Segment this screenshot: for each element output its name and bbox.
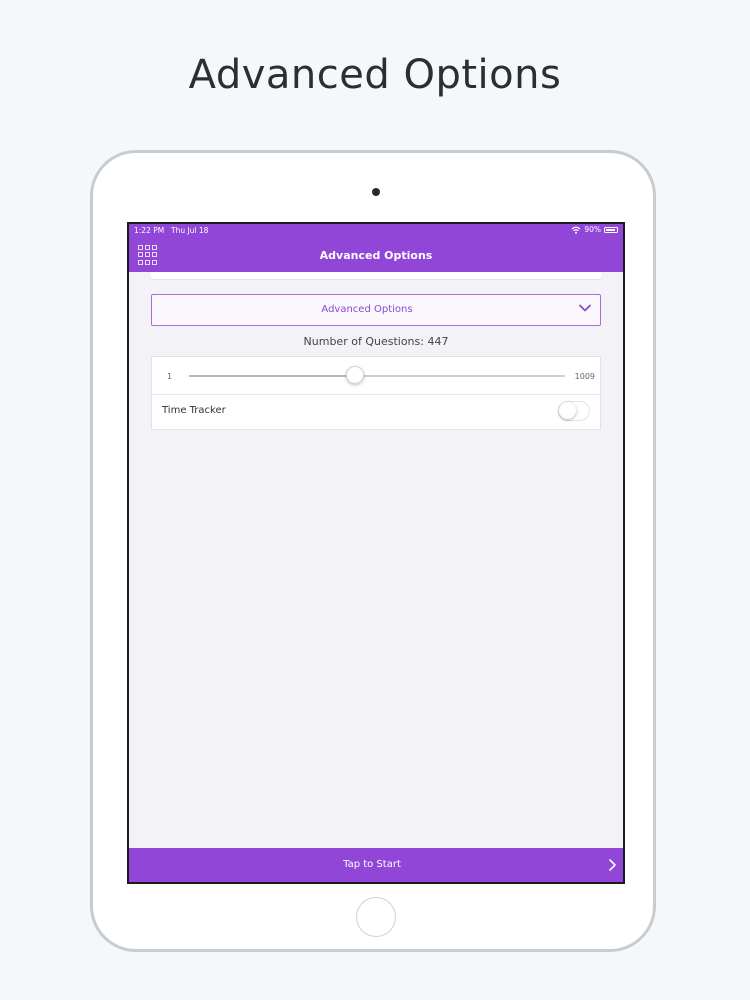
questions-slider-track[interactable] — [189, 375, 565, 377]
status-time: 1:22 PM — [134, 226, 165, 235]
ipad-frame: 1:22 PM Thu Jul 18 90% Advanced Options — [90, 150, 656, 952]
navigation-bar: 1:22 PM Thu Jul 18 90% Advanced Options — [129, 224, 623, 272]
previous-row-edge — [151, 272, 601, 280]
slider-fill — [189, 375, 356, 377]
time-tracker-label: Time Tracker — [162, 405, 226, 416]
questions-slider-row: 1 1009 — [152, 357, 600, 395]
status-indicators: 90% — [571, 225, 618, 234]
questions-count-label: Number of Questions: 447 — [303, 335, 449, 348]
battery-icon — [604, 226, 618, 233]
status-date: Thu Jul 18 — [171, 226, 209, 235]
wifi-icon — [571, 226, 581, 234]
questions-slider-thumb[interactable] — [346, 366, 365, 384]
options-card: 1 1009 Time Tracker — [151, 356, 601, 430]
nav-title: Advanced Options — [319, 249, 433, 262]
time-tracker-toggle[interactable] — [558, 401, 590, 421]
home-button[interactable] — [356, 897, 396, 937]
chevron-right-icon — [609, 859, 616, 871]
toggle-knob — [559, 402, 576, 419]
slider-min-label: 1 — [167, 372, 173, 381]
chevron-down-icon — [579, 304, 591, 312]
tap-to-start-button[interactable]: Tap to Start — [129, 848, 623, 882]
camera-dot — [372, 188, 380, 196]
dropdown-label: Advanced Options — [321, 304, 413, 315]
app-screen: 1:22 PM Thu Jul 18 90% Advanced Options — [127, 222, 625, 884]
slider-max-label: 1009 — [574, 372, 595, 381]
battery-percent: 90% — [584, 225, 601, 234]
time-tracker-row: Time Tracker — [152, 394, 600, 430]
tap-to-start-label: Tap to Start — [343, 859, 401, 870]
advanced-options-dropdown[interactable]: Advanced Options — [151, 294, 601, 326]
marketing-headline: Advanced Options — [188, 52, 562, 98]
